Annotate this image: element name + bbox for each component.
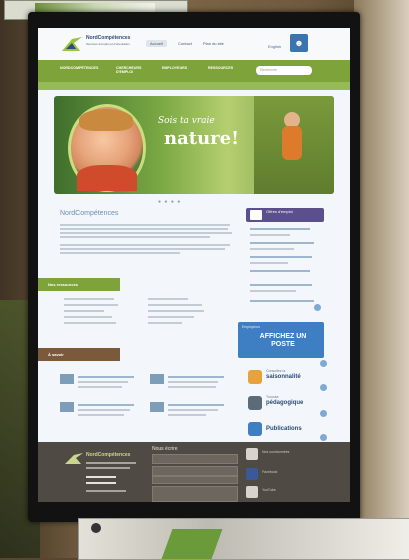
briefcase-icon [248,396,262,410]
contact-email-field[interactable] [152,466,238,476]
carousel-dots[interactable]: ● ● ● ● [158,199,181,205]
feature-seasonality[interactable]: saisonnalité [266,374,301,380]
nav-item[interactable]: Chercheurs d'emploi [116,66,146,74]
language-link[interactable]: English [268,44,281,49]
news-thumbnail[interactable] [60,402,74,412]
feature-pedagogical[interactable]: pédagogique [266,400,303,406]
intro-title: NordCompétences [60,210,119,217]
section-resources-title: Nos ressources [48,282,79,287]
brand-name: NordCompétences [86,35,131,41]
banner-climber-photo [254,96,334,194]
news-thumbnail[interactable] [150,402,164,412]
sub-navigation [38,82,350,90]
contact-message-field[interactable] [152,486,238,502]
banner-child-photo [68,104,146,192]
banner-line1: Sois ta vraie [158,116,215,126]
banner-line2: nature! [164,128,239,149]
feature-publications[interactable]: Publications [266,426,302,432]
post-job-small: Employeurs [242,325,260,329]
wall-right [354,0,409,558]
logo-icon [62,37,82,51]
main-navigation: Nordcompétences Chercheurs d'emploi Empl… [38,60,350,82]
facebook-icon[interactable] [246,468,258,480]
nav-item[interactable]: Ressources [208,66,242,70]
more-button[interactable] [320,360,327,367]
footer-brand: NordCompétences [86,452,131,458]
contact-form-title: Nous écrire [152,446,178,452]
nav-item[interactable]: Nordcompétences [60,66,98,70]
contact-name-field[interactable] [152,454,238,464]
feature-small: Trousse [266,395,279,399]
nav-item[interactable]: Employeurs [162,66,192,70]
more-button[interactable] [320,384,327,391]
contact-subject-field[interactable] [152,476,238,484]
top-link-sitemap[interactable]: Plan du site [203,41,224,46]
top-links: Accueil Contact Plan du site [146,40,266,49]
social-label[interactable]: Facebook [262,470,277,474]
news-thumbnail[interactable] [150,374,164,384]
social-label[interactable]: YouTube [262,488,276,492]
hero-banner: Sois ta vraie nature! [54,96,334,194]
monitor-screen: NordCompétences Services d'emploi et d'o… [38,28,350,502]
chart-icon [248,422,262,436]
top-link-contact[interactable]: Contact [178,41,192,46]
footer-logo-icon [65,453,83,464]
leaf-icon [248,370,262,384]
top-link-home[interactable]: Accueil [146,40,167,47]
job-offers-label: Offres d'emploi [266,209,293,214]
news-thumbnail[interactable] [60,374,74,384]
more-button[interactable] [320,410,327,417]
inset-photo-bottom [78,518,409,560]
video-icon[interactable] [246,486,258,498]
mail-icon[interactable] [246,448,258,460]
post-job-label: AFFICHEZ UN POSTE [259,333,307,348]
section-news-title: À savoir [48,352,64,357]
user-icon[interactable]: ☻ [290,34,308,52]
search-input[interactable]: Recherche [256,66,312,75]
job-offers-icon [250,210,262,220]
more-button[interactable] [320,434,327,441]
feature-small: Consultez la [266,369,286,373]
social-label[interactable]: Nos coordonnées [262,450,289,454]
more-button[interactable] [314,304,321,311]
